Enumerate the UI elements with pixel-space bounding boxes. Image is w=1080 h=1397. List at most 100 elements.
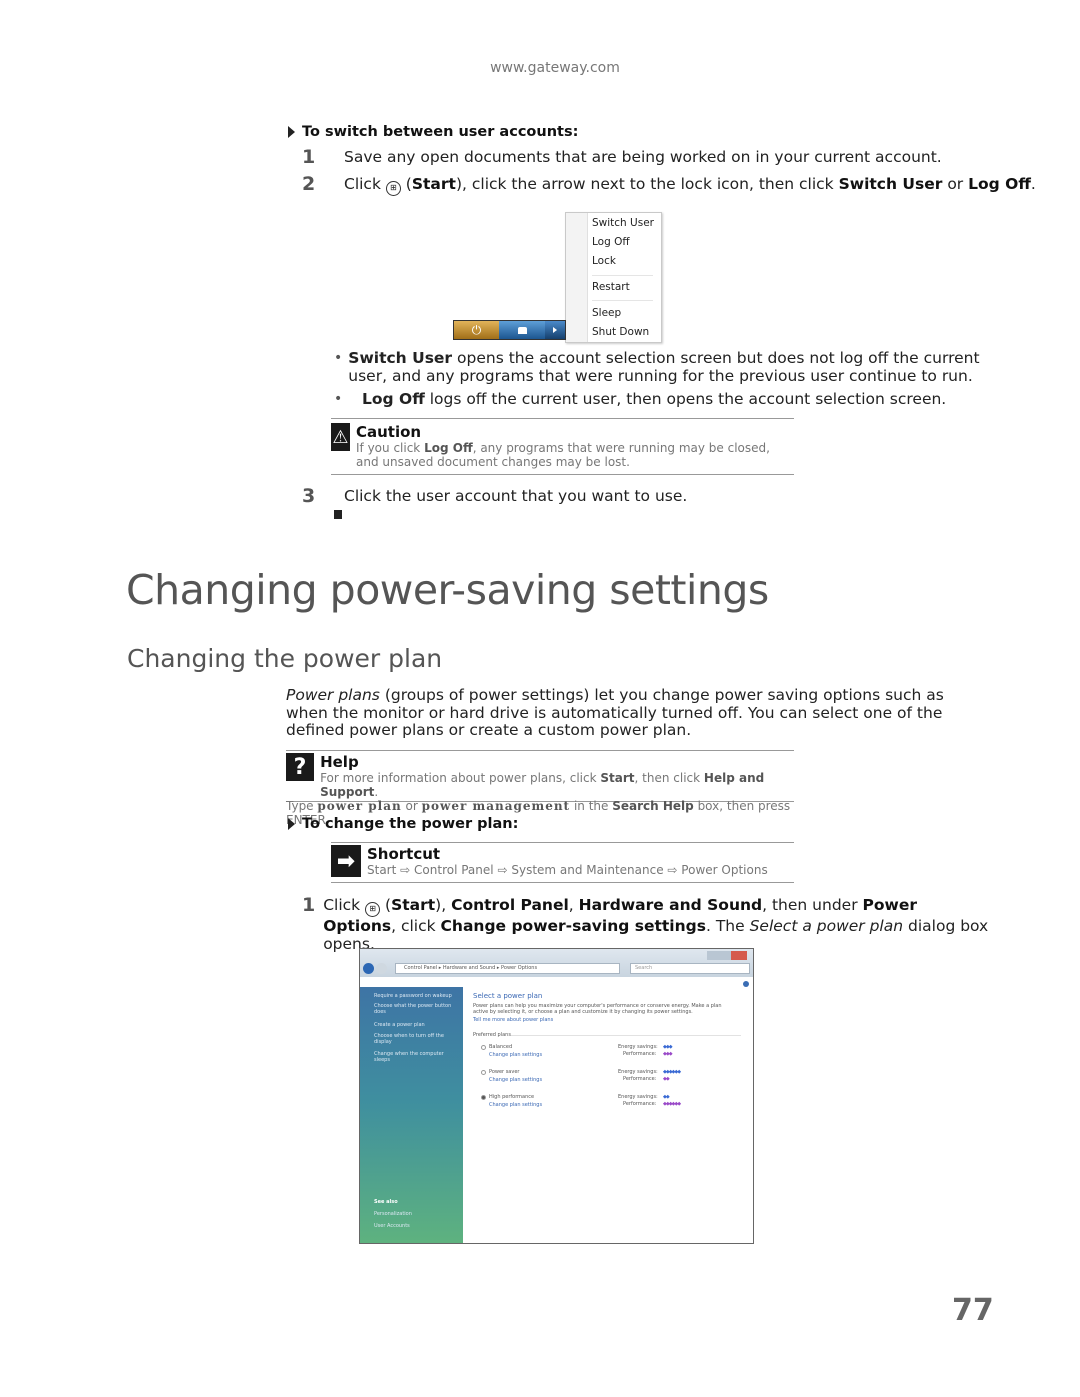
see-also-link[interactable]: User Accounts — [374, 1223, 410, 1229]
energy-savings-label: Energy savings: — [618, 1094, 658, 1100]
triangle-icon — [288, 818, 295, 830]
windows-start-icon: ⊞ — [385, 181, 401, 196]
energy-savings-rating: ◆◆◆◆◆◆ — [663, 1069, 681, 1075]
performance-label: Performance: — [623, 1076, 657, 1082]
energy-savings-rating: ◆◆ — [663, 1094, 670, 1100]
performance-rating: ◆◆◆ — [663, 1051, 672, 1057]
step-2: 2 Click ⊞ (Start), click the arrow next … — [300, 175, 1036, 196]
step-text: Save any open documents that are being w… — [344, 148, 942, 166]
plan-name[interactable]: High performance — [489, 1094, 534, 1100]
back-button[interactable] — [363, 963, 374, 974]
sidebar-link[interactable]: Require a password on wakeup — [374, 993, 452, 999]
caution-box: ⚠ Caution If you click Log Off, any prog… — [331, 418, 794, 475]
help-box: ? Help For more information about power … — [286, 750, 794, 827]
menu-item-lock[interactable]: Lock — [592, 255, 616, 267]
step-text: Click the user account that you want to … — [344, 487, 688, 505]
maximize-button[interactable] — [719, 951, 732, 960]
menu-item-log-off[interactable]: Log Off — [592, 236, 630, 248]
bullet-log-off: • Log Off logs off the current user, the… — [331, 390, 991, 408]
dialog-sidebar: Require a password on wakeup Choose what… — [360, 987, 463, 1243]
power-icon: ⏻ — [471, 322, 482, 337]
procedure-heading-power-plan: To change the power plan: — [288, 816, 518, 832]
window-controls — [707, 951, 747, 960]
dialog-main: Select a power plan Power plans can help… — [463, 981, 753, 1243]
forward-button[interactable] — [376, 963, 387, 974]
plan-radio[interactable] — [481, 1070, 486, 1075]
performance-rating: ◆◆ — [663, 1076, 670, 1082]
tell-me-more-link[interactable]: Tell me more about power plans — [473, 1017, 553, 1023]
shortcut-path: Start ⇨ Control Panel ⇨ System and Maint… — [367, 863, 768, 877]
step-number: 1 — [302, 146, 316, 168]
menu-item-switch-user[interactable]: Switch User — [592, 217, 654, 229]
sidebar-link[interactable]: Create a power plan — [374, 1022, 425, 1028]
menu-item-shut-down[interactable]: Shut Down — [592, 326, 649, 338]
search-input[interactable]: Search — [630, 963, 750, 974]
energy-savings-label: Energy savings: — [618, 1069, 658, 1075]
performance-label: Performance: — [623, 1101, 657, 1107]
dialog-description: Power plans can help you maximize your c… — [473, 1003, 722, 1015]
power-step-1: 1 Click ⊞ (Start), Control Panel, Hardwa… — [300, 894, 990, 954]
address-bar[interactable]: Control Panel ▸ Hardware and Sound ▸ Pow… — [395, 963, 620, 974]
step-1: 1 Save any open documents that are being… — [300, 146, 942, 168]
arrow-icon — [553, 327, 557, 333]
see-also-label: See also — [374, 1199, 398, 1205]
minimize-button[interactable] — [707, 951, 720, 960]
bullet-icon: • — [334, 391, 343, 407]
start-menu-buttons: ⏻ — [453, 320, 566, 340]
menu-item-sleep[interactable]: Sleep — [592, 307, 621, 319]
see-also-link[interactable]: Personalization — [374, 1211, 412, 1217]
lock-button[interactable] — [499, 321, 545, 339]
subsection-title: Changing the power plan — [127, 644, 443, 673]
performance-label: Performance: — [623, 1051, 657, 1057]
step-number: 3 — [302, 485, 316, 507]
help-icon[interactable] — [743, 981, 749, 987]
step-number: 1 — [302, 894, 316, 916]
change-plan-settings-link[interactable]: Change plan settings — [489, 1052, 542, 1058]
power-options-dialog: Control Panel ▸ Hardware and Sound ▸ Pow… — [359, 948, 754, 1244]
procedure-title: To change the power plan: — [302, 816, 519, 832]
sidebar-link[interactable]: Change when the computer sleeps — [374, 1051, 454, 1063]
procedure-title: To switch between user accounts: — [302, 124, 579, 140]
page-number: 77 — [952, 1293, 994, 1328]
change-plan-settings-link[interactable]: Change plan settings — [489, 1077, 542, 1083]
energy-savings-label: Energy savings: — [618, 1044, 658, 1050]
energy-savings-rating: ◆◆◆ — [663, 1044, 672, 1050]
power-button[interactable]: ⏻ — [454, 321, 499, 339]
intro-paragraph: Power plans (groups of power settings) l… — [286, 686, 944, 739]
step-3: 3 Click the user account that you want t… — [300, 485, 688, 507]
sidebar-link[interactable]: Choose what the power button does — [374, 1003, 452, 1015]
performance-rating: ◆◆◆◆◆◆ — [663, 1101, 681, 1107]
plan-name[interactable]: Power saver — [489, 1069, 519, 1075]
warning-icon: ⚠ — [331, 423, 350, 451]
bullet-icon: • — [334, 350, 343, 366]
site-url: www.gateway.com — [490, 60, 620, 76]
dialog-heading: Select a power plan — [473, 992, 543, 1000]
lock-icon — [517, 326, 527, 334]
shortcut-box: ➡ Shortcut Start ⇨ Control Panel ⇨ Syste… — [331, 842, 794, 883]
step-text: Click ⊞ (Start), Control Panel, Hardware… — [323, 896, 989, 953]
sidebar-link[interactable]: Choose when to turn off the display — [374, 1033, 454, 1045]
bullet-switch-user: • Switch User opens the account selectio… — [331, 349, 991, 385]
power-submenu: Switch User Log Off Lock Restart Sleep S… — [565, 212, 662, 343]
caution-text-1: If you click Log Off, any programs that … — [356, 441, 770, 469]
help-text-1: For more information about power plans, … — [320, 771, 765, 799]
close-button[interactable] — [731, 951, 747, 960]
help-question-icon: ? — [286, 753, 315, 781]
plan-radio[interactable] — [481, 1045, 486, 1050]
change-plan-settings-link[interactable]: Change plan settings — [489, 1102, 542, 1108]
help-title: Help — [320, 753, 359, 771]
plan-radio[interactable] — [481, 1095, 486, 1100]
plan-name[interactable]: Balanced — [489, 1044, 512, 1050]
triangle-icon — [288, 126, 295, 138]
step-number: 2 — [302, 173, 316, 195]
dialog-titlebar: Control Panel ▸ Hardware and Sound ▸ Pow… — [360, 949, 753, 977]
windows-start-icon: ⊞ — [365, 902, 381, 917]
arrow-button[interactable] — [545, 321, 565, 339]
section-title: Changing power-saving settings — [126, 566, 769, 614]
preferred-plans-label: Preferred plans — [473, 1032, 511, 1038]
shortcut-title: Shortcut — [367, 845, 441, 863]
end-mark — [334, 510, 342, 519]
arrow-right-icon: ➡ — [331, 845, 361, 877]
menu-item-restart[interactable]: Restart — [592, 281, 630, 293]
step-text: Click ⊞ (Start), click the arrow next to… — [344, 175, 1036, 196]
